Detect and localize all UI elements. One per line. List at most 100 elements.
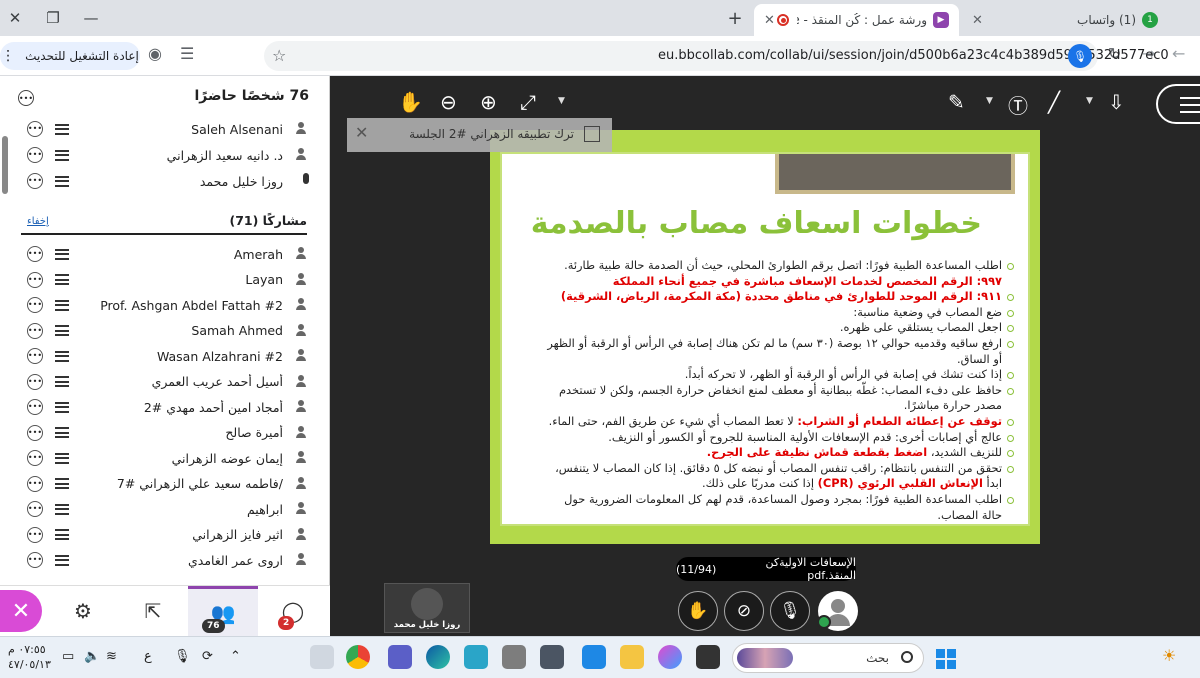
- kebab-menu-icon[interactable]: ⋮: [1, 48, 15, 64]
- shape-menu-caret-icon[interactable]: ▼: [1086, 96, 1093, 106]
- participant-options-icon[interactable]: •••: [27, 348, 43, 364]
- fit-page-icon[interactable]: ⤢: [520, 90, 536, 114]
- copilot-app-icon[interactable]: [658, 645, 682, 669]
- list-icon: [55, 503, 69, 515]
- microphone-toggle-button[interactable]: 🎙: [770, 591, 810, 631]
- zoom-out-icon[interactable]: ⊖: [440, 90, 457, 114]
- participant-row[interactable]: Prof. Ashgan Abdel Fattah #2 •••: [21, 292, 307, 318]
- wifi-icon[interactable]: ≋: [106, 649, 117, 664]
- participant-row[interactable]: أمجاد امين أحمد مهدي #2 •••: [21, 394, 307, 420]
- sync-icon[interactable]: ⟳: [202, 649, 213, 664]
- participant-options-icon[interactable]: •••: [27, 450, 43, 466]
- chrome-app-icon[interactable]: [346, 645, 370, 669]
- app-icon[interactable]: [502, 645, 526, 669]
- app-icon[interactable]: [464, 645, 488, 669]
- minimize-window-button[interactable]: —: [76, 6, 106, 30]
- pen-menu-caret-icon[interactable]: ▼: [986, 96, 993, 106]
- participant-options-icon[interactable]: •••: [27, 246, 43, 262]
- close-tab-icon[interactable]: ✕: [972, 13, 983, 28]
- participant-options-icon[interactable]: •••: [27, 501, 43, 517]
- participant-options-icon[interactable]: •••: [27, 373, 43, 390]
- person-icon: [295, 272, 307, 287]
- close-panel-button[interactable]: ✕: [0, 590, 42, 632]
- panel-more-options-icon[interactable]: •••: [18, 90, 34, 106]
- participant-row[interactable]: Wasan Alzahrani #2 •••: [21, 343, 307, 369]
- panel-scrollbar[interactable]: [2, 136, 8, 194]
- edge-app-icon[interactable]: [426, 645, 450, 669]
- weather-icon[interactable]: ☀: [1162, 646, 1176, 665]
- tab-collab-session[interactable]: ▶ ورشة عمل : كُن المنقذ - orate ✕: [754, 4, 959, 36]
- participant-options-icon[interactable]: •••: [27, 399, 43, 415]
- slide-bullet: اطلب المساعدة الطبية فورًا: اتصل برقم ال…: [544, 258, 1014, 289]
- participant-row[interactable]: اروى عمر الغامدي •••: [21, 547, 307, 573]
- taskbar-search[interactable]: بحث: [732, 643, 924, 673]
- battery-icon[interactable]: ▭: [62, 649, 74, 664]
- settings-app-icon[interactable]: [310, 645, 334, 669]
- attendees-tab[interactable]: 👥 76: [188, 586, 258, 636]
- pen-tool-icon[interactable]: ✎: [948, 90, 965, 114]
- participant-row[interactable]: Samah Ahmed •••: [21, 318, 307, 344]
- voice-search-icon[interactable]: 🎙: [1068, 44, 1092, 68]
- zoom-menu-caret-icon[interactable]: ▼: [558, 96, 565, 106]
- participant-options-icon[interactable]: •••: [27, 552, 43, 568]
- chat-tab[interactable]: ◯ 2: [258, 586, 328, 636]
- participant-row[interactable]: Layan •••: [21, 267, 307, 293]
- address-bar[interactable]: ☆ eu.bbcollab.com/collab/ui/session/join…: [264, 41, 1169, 71]
- participant-row[interactable]: Amerah •••: [21, 241, 307, 267]
- camera-toggle-button[interactable]: ⊘: [724, 591, 764, 631]
- microphone-tray-icon[interactable]: 🎙: [174, 649, 191, 664]
- participant-row[interactable]: ابراهيم •••: [21, 496, 307, 522]
- participant-options-icon[interactable]: •••: [27, 271, 43, 288]
- participant-options-icon[interactable]: •••: [27, 475, 43, 492]
- media-queue-icon[interactable]: ☰: [180, 44, 194, 63]
- system-clock[interactable]: ٠٧:٥٥ م ٤٧/٠٥/١٣: [8, 642, 51, 672]
- zoom-in-icon[interactable]: ⊕: [480, 90, 497, 114]
- session-menu-button[interactable]: [1156, 84, 1200, 124]
- participant-row[interactable]: أسيل أحمد عريب العمري •••: [21, 369, 307, 395]
- participant-name: إيمان عوضه الزهراني: [171, 450, 283, 466]
- settings-gear-icon[interactable]: ⚙: [48, 586, 118, 636]
- restart-to-update-button[interactable]: إعادة التشغيل للتحديث ⋮: [0, 42, 140, 70]
- new-tab-button[interactable]: +: [720, 6, 750, 30]
- participant-options-icon[interactable]: •••: [27, 322, 43, 339]
- maximize-window-button[interactable]: ❐: [38, 6, 68, 30]
- teams-app-icon[interactable]: [388, 645, 412, 669]
- text-tool-icon[interactable]: Ⓣ: [1008, 90, 1028, 119]
- close-tab-icon[interactable]: ✕: [764, 13, 775, 28]
- participant-row[interactable]: إيمان عوضه الزهراني •••: [21, 445, 307, 471]
- start-windows-icon[interactable]: [936, 649, 956, 669]
- participant-options-icon[interactable]: •••: [27, 173, 43, 189]
- store-app-icon[interactable]: [582, 645, 606, 669]
- participant-row[interactable]: /فاطمه سعيد علي الزهراني #7 •••: [21, 471, 307, 497]
- participant-video-tile[interactable]: روزا خليل محمد: [384, 583, 470, 633]
- task-view-icon[interactable]: [696, 645, 720, 669]
- tab-whatsapp[interactable]: 1 (1) واتساب ✕: [962, 4, 1168, 36]
- back-icon[interactable]: ←: [1172, 44, 1185, 63]
- raise-hand-button[interactable]: ✋: [678, 591, 718, 631]
- bookmark-star-icon[interactable]: ☆: [272, 46, 286, 65]
- participant-options-icon[interactable]: •••: [27, 297, 43, 313]
- participant-options-icon[interactable]: •••: [27, 526, 43, 543]
- participant-options-icon[interactable]: •••: [27, 424, 43, 441]
- participant-row[interactable]: أميرة صالح •••: [21, 420, 307, 446]
- participant-row[interactable]: اثير فايز الزهراني •••: [21, 522, 307, 548]
- slide-content-area: خطوات اسعاف مصاب بالصدمة اطلب المساعدة ا…: [500, 152, 1030, 526]
- moderator-row[interactable]: د. دانيه سعيد الزهراني •••: [21, 142, 307, 168]
- file-explorer-icon[interactable]: [620, 645, 644, 669]
- profile-icon[interactable]: ◉: [148, 44, 162, 63]
- line-tool-icon[interactable]: ╱: [1048, 90, 1060, 114]
- close-window-button[interactable]: ✕: [0, 6, 30, 30]
- participant-options-icon[interactable]: •••: [27, 147, 43, 163]
- dismiss-notification-icon[interactable]: ✕: [355, 123, 368, 142]
- show-hidden-icons-chevron-icon[interactable]: ⌃: [230, 649, 241, 664]
- share-content-icon[interactable]: ⇱: [118, 586, 188, 636]
- download-icon[interactable]: ⇩: [1108, 90, 1125, 114]
- participant-options-icon[interactable]: •••: [27, 121, 43, 137]
- hand-tool-icon[interactable]: ✋: [398, 90, 423, 114]
- camera-app-icon[interactable]: [540, 645, 564, 669]
- moderator-row[interactable]: روزا خليل محمد •••: [21, 168, 309, 194]
- hide-participants-link[interactable]: إخفاء: [27, 216, 49, 227]
- moderator-row[interactable]: Saleh Alsenani •••: [21, 116, 307, 142]
- volume-icon[interactable]: 🔈: [84, 649, 100, 664]
- input-language[interactable]: ع: [144, 649, 152, 664]
